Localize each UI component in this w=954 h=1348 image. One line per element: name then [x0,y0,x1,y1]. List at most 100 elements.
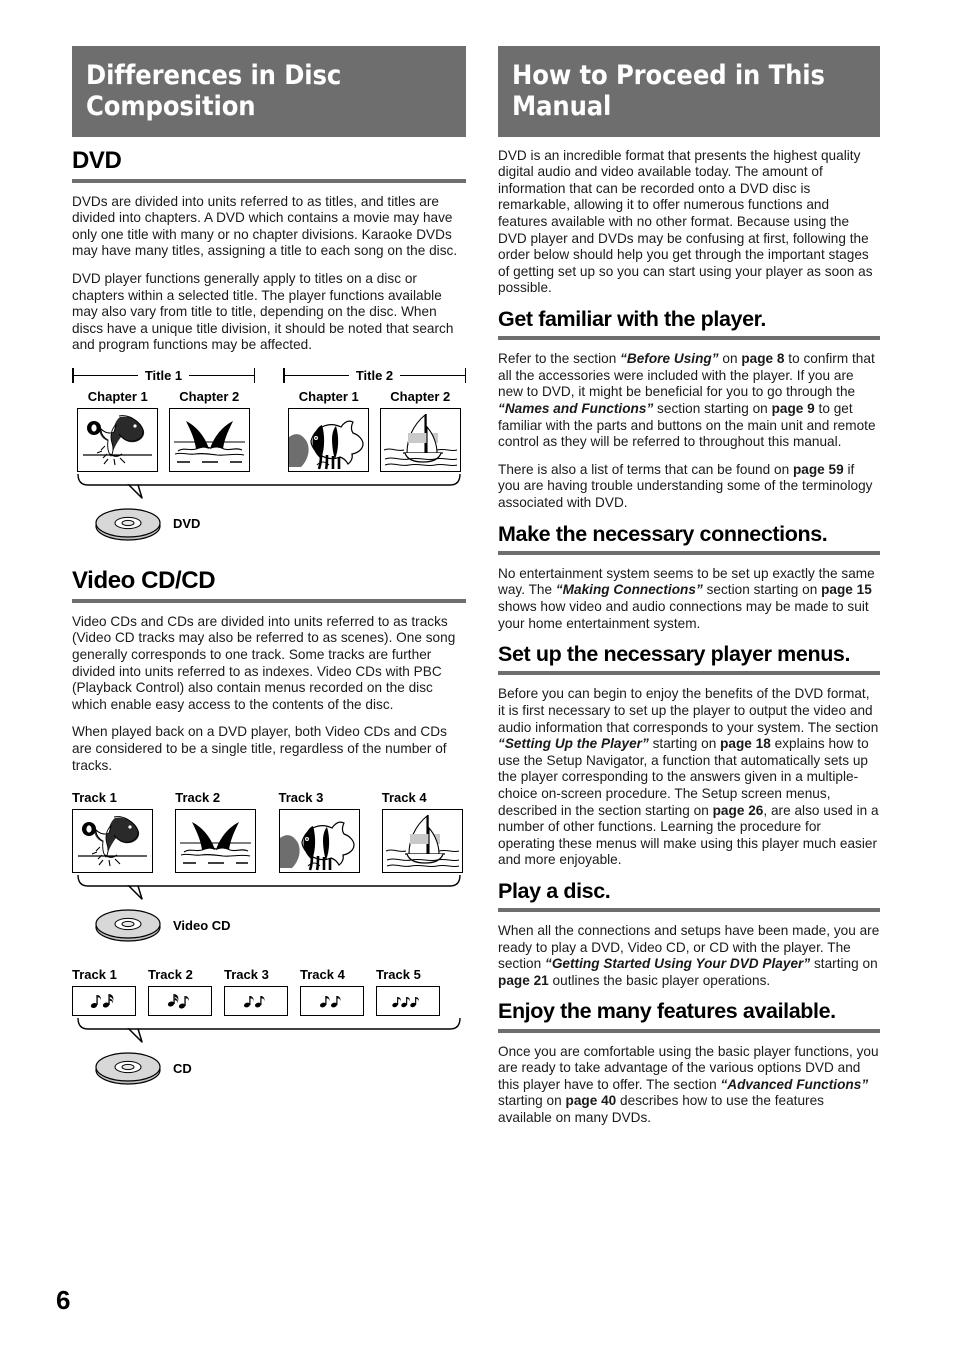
right-banner-title: How to Proceed in This Manual [498,46,880,137]
section-title-reference: “Names and Functions” [498,400,654,416]
section-title-reference: “Making Connections” [555,582,703,598]
right-column: How to Proceed in This Manual DVD is an … [498,46,880,1127]
page-reference: page 15 [821,582,872,598]
steps-container: Get familiar with the player. Refer to th… [498,306,880,1127]
text-run: Before you can begin to enjoy the benefi… [498,686,879,735]
videocd-track-row: Track 1 Track 2 Track 3 Track 4 [72,790,466,874]
section-title-reference: “Before Using” [620,351,719,367]
videocd-disc-label: Video CD [173,917,231,933]
dolphin-with-ball-illustration [77,407,159,472]
dvd-heading: DVD [72,146,122,174]
track-cell: Track 4 [300,967,364,1017]
dolphin-with-ball-illustration [72,809,153,874]
optical-disc-icon [94,1050,162,1086]
step-paragraph: Once you are comfortable using the basic… [498,1044,880,1127]
page-number: 6 [56,1285,70,1315]
title-group-1: Title 1 [72,368,255,384]
step-paragraph: There is also a list of terms that can b… [498,462,880,512]
cd-brace [72,1018,466,1052]
left-banner-title: Differences in Disc Composition [72,46,466,137]
page-reference: page 8 [741,351,785,367]
page-reference: page 21 [498,972,549,988]
section-title-reference: “Getting Started Using Your DVD Player” [545,956,811,972]
track-label: Track 2 [175,790,221,806]
text-run: starting on [498,1093,566,1109]
step-heading-rule [498,550,880,555]
text-run: starting on [648,736,721,752]
page-reference: page 59 [792,461,844,477]
videocd-brace [72,875,466,909]
track-label: Track 3 [224,967,269,983]
page-reference: page 40 [565,1093,617,1109]
step-heading: Make the necessary connections. [498,521,828,546]
track-label: Track 1 [72,967,117,983]
manual-page: Differences in Disc Composition DVD DVDs… [0,0,954,1348]
optical-disc-icon [94,506,162,542]
chapter-cell: Chapter 2 [375,388,467,472]
step-heading-rule [498,671,880,676]
step-heading: Get familiar with the player. [498,306,766,331]
videocd-disc-row: Video CD [72,907,466,943]
track-label: Track 4 [300,967,345,983]
music-notes-icon [376,986,440,1017]
dvd-paragraph-1: DVDs are divided into units referred to … [72,193,458,259]
cd-disc-label: CD [173,1060,192,1076]
videocd-heading: Video CD/CD [72,566,216,594]
chapter-label: Chapter 2 [390,388,451,404]
chapter-cell: Chapter 1 [283,388,375,472]
step-paragraph: Before you can begin to enjoy the benefi… [498,686,880,869]
chapter-group-title-1: Chapter 1 Chapter 2 [72,388,255,472]
text-run: starting on [810,956,878,972]
text-run: section starting on [653,400,772,416]
dvd-structure-diagram: Title 1 Title 2 Chapter 1 Chapter 2 Chap… [72,368,466,542]
music-notes-icon [224,986,288,1017]
track-cell: Track 2 [148,967,212,1017]
sailboat-illustration [381,809,463,874]
title-group-2: Title 2 [283,368,466,384]
whale-tail-illustration [175,809,257,874]
chapter-group-title-2: Chapter 1 Chapter 2 [283,388,466,472]
step-heading: Enjoy the many features available. [498,999,836,1024]
step-heading-rule [498,1028,880,1033]
chapter-cell: Chapter 2 [164,388,256,472]
page-reference: page 18 [720,736,771,752]
cd-track-diagram: Track 1 Track 2 Track 3 Track 4 Track 5 … [72,967,466,1086]
title-2-label: Title 2 [355,368,394,384]
track-cell: Track 2 [175,790,259,874]
track-cell: Track 3 [224,967,288,1017]
chapter-label: Chapter 1 [298,388,359,404]
text-run: shows how video and audio connections ma… [498,598,869,631]
step-heading: Play a disc. [498,878,611,903]
music-notes-icon [300,986,364,1017]
section-title-reference: “Setting Up the Player” [498,736,649,752]
dvd-disc-label: DVD [173,516,201,532]
cd-disc-row: CD [72,1050,466,1086]
dvd-brace [72,473,466,508]
text-run: on [718,351,742,367]
track-cell: Track 1 [72,790,156,874]
videocd-heading-rule [72,598,466,603]
page-reference: page 9 [771,400,815,416]
dvd-heading-rule [72,178,466,183]
text-run: Refer to the section [498,351,621,367]
whale-tail-illustration [168,407,250,472]
track-cell: Track 4 [381,790,466,874]
step-heading: Set up the necessary player menus. [498,642,851,667]
track-label: Track 4 [381,790,427,806]
step-heading-rule [498,336,880,341]
step-heading-rule [498,908,880,913]
chapter-cell: Chapter 1 [72,388,164,472]
videocd-paragraph-2: When played back on a DVD player, both V… [72,724,447,773]
sailboat-illustration [379,407,461,472]
step-paragraph: No entertainment system seems to be set … [498,566,880,632]
track-cell: Track 1 [72,967,136,1017]
track-label: Track 5 [376,967,421,983]
text-run: There is also a list of terms that can b… [498,461,793,477]
title-rule-left [72,368,138,384]
step-paragraph: Refer to the section “Before Using” on p… [498,351,880,451]
music-notes-icon [148,986,212,1017]
text-run: section starting on [702,582,822,598]
title-rule-right [189,368,255,384]
step-paragraph: When all the connections and setups have… [498,923,880,989]
text-run: outlines the basic player operations. [548,972,771,988]
